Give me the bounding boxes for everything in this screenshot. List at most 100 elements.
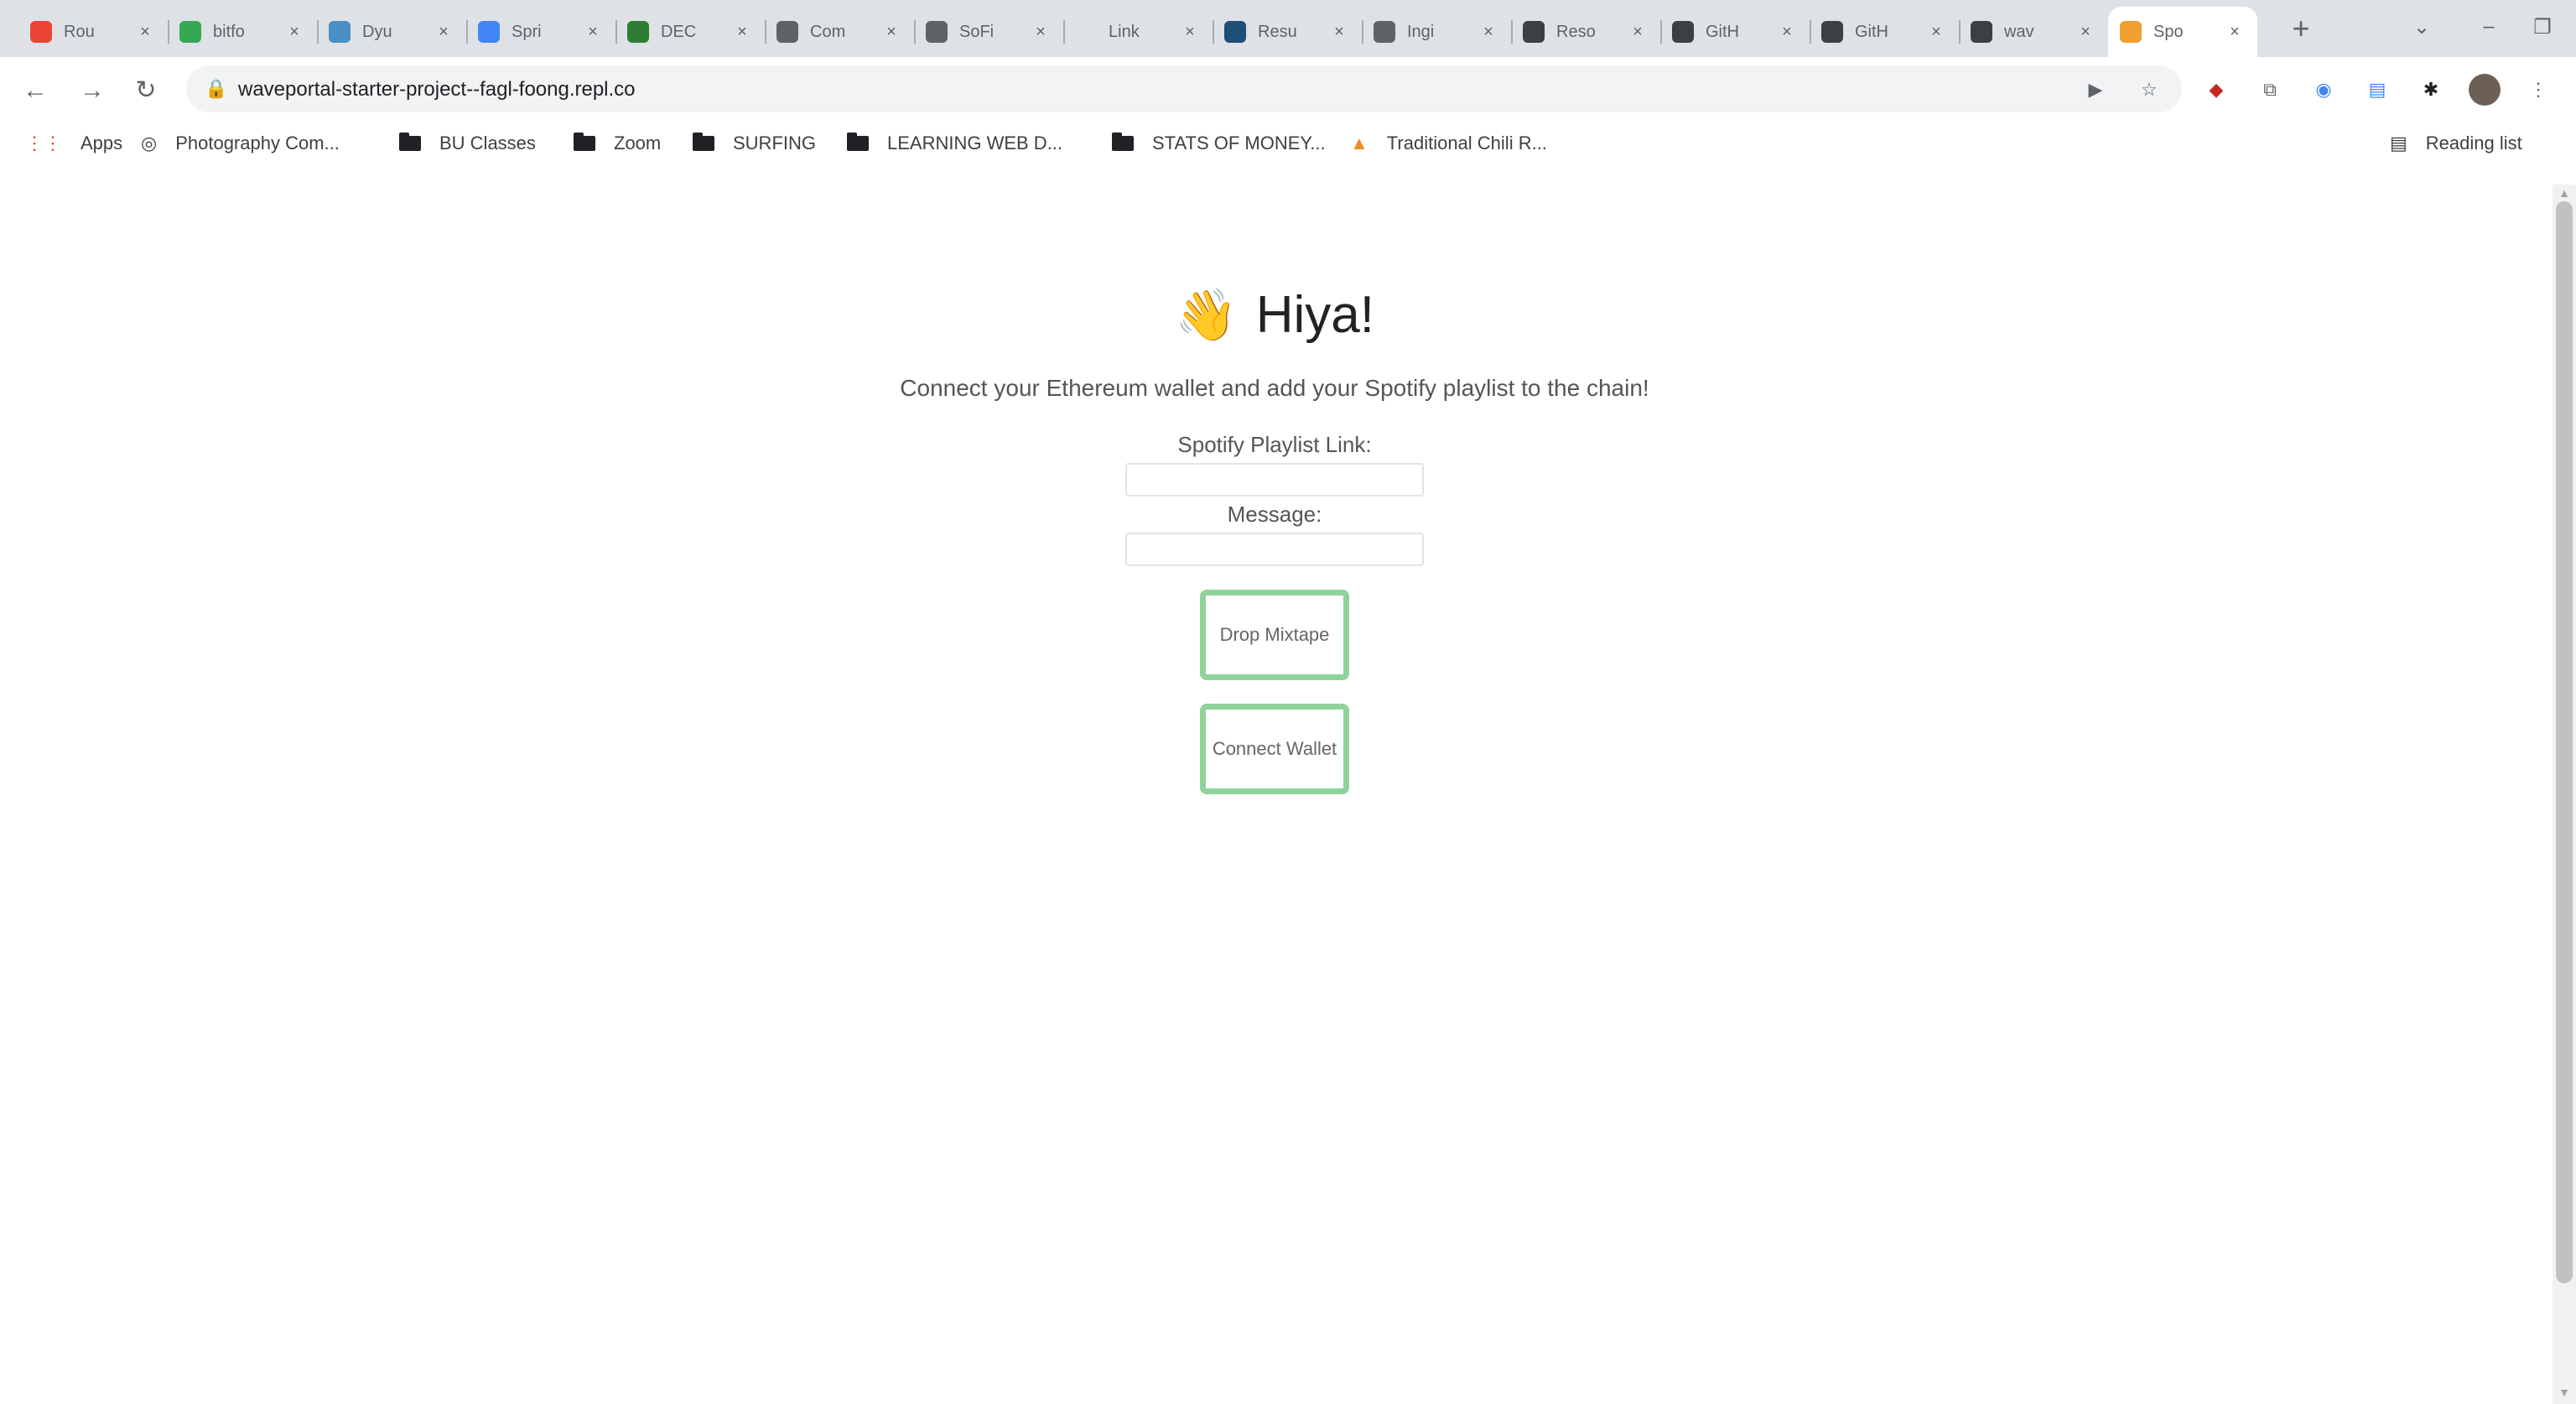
folder-icon bbox=[399, 133, 421, 151]
scroll-down-arrow-icon[interactable]: ▼ bbox=[2556, 1386, 2573, 1399]
browser-tab[interactable]: Dyu × bbox=[317, 7, 466, 57]
tab-favicon-icon bbox=[1971, 21, 1992, 43]
minimize-window-button[interactable]: – bbox=[2472, 15, 2506, 39]
browser-toolbar: ← → ↻ 🔒 waveportal-starter-project--fagl… bbox=[0, 57, 2576, 123]
browser-tab[interactable]: GitH × bbox=[1660, 7, 1810, 57]
tab-close-icon[interactable]: × bbox=[134, 23, 156, 42]
reload-icon[interactable]: ↻ bbox=[129, 74, 163, 107]
globe-extension-icon[interactable]: ◉ bbox=[2308, 74, 2340, 106]
browser-tab[interactable]: Resu × bbox=[1213, 7, 1362, 57]
tab-title: GitH bbox=[1855, 22, 1888, 41]
folder-icon bbox=[574, 133, 595, 151]
bookmark-item[interactable]: Zoom bbox=[574, 133, 661, 154]
puzzle-extensions-icon[interactable]: ✱ bbox=[2415, 74, 2447, 106]
browser-tab[interactable]: Rou × bbox=[18, 7, 168, 57]
tab-close-icon[interactable]: × bbox=[582, 23, 604, 42]
tab-close-icon[interactable]: × bbox=[2075, 23, 2096, 42]
reading-list-button[interactable]: ▤ Reading list bbox=[2390, 133, 2522, 154]
browser-tab[interactable]: Spri × bbox=[466, 7, 615, 57]
tab-search-icon[interactable]: ⌄ bbox=[2405, 15, 2438, 39]
tab-favicon-icon bbox=[1224, 21, 1246, 43]
tab-title: Spri bbox=[512, 22, 542, 41]
shield-extension-icon[interactable]: ◆ bbox=[2200, 74, 2232, 106]
profile-avatar[interactable] bbox=[2469, 74, 2501, 106]
back-arrow-icon[interactable]: ← bbox=[18, 74, 52, 107]
tab-close-icon[interactable]: × bbox=[1179, 23, 1201, 42]
browser-tab[interactable]: wav × bbox=[1959, 7, 2108, 57]
tab-title: Rou bbox=[64, 22, 95, 41]
tab-close-icon[interactable]: × bbox=[1478, 23, 1499, 42]
tab-title: Link bbox=[1109, 22, 1140, 41]
reading-list-label: Reading list bbox=[2425, 133, 2522, 153]
bookmark-label: Photography Com... bbox=[175, 133, 340, 153]
browser-tab[interactable]: Spo × bbox=[2108, 7, 2257, 57]
page-title: 👋 Hiya! bbox=[1175, 285, 1374, 345]
tab-close-icon[interactable]: × bbox=[1925, 23, 1947, 42]
playlist-link-input[interactable] bbox=[1125, 463, 1424, 497]
connect-wallet-button[interactable]: Connect Wallet bbox=[1200, 704, 1349, 794]
reading-list-icon: ▤ bbox=[2390, 133, 2407, 153]
browser-tab[interactable]: Link × bbox=[1063, 7, 1213, 57]
forward-arrow-icon[interactable]: → bbox=[75, 74, 109, 107]
bookmark-item[interactable]: BU Classes bbox=[399, 133, 536, 154]
bookmark-label: BU Classes bbox=[439, 133, 536, 153]
tab-favicon-icon bbox=[30, 21, 52, 43]
folder-icon bbox=[693, 133, 714, 151]
tab-close-icon[interactable]: × bbox=[1030, 23, 1052, 42]
bookmark-label: STATS OF MONEY... bbox=[1152, 133, 1326, 153]
message-input[interactable] bbox=[1125, 533, 1424, 566]
tab-favicon-icon bbox=[1075, 21, 1097, 43]
tab-favicon-icon bbox=[1821, 21, 1843, 43]
tab-title: Spo bbox=[2153, 22, 2184, 41]
tab-close-icon[interactable]: × bbox=[1328, 23, 1350, 42]
tab-close-icon[interactable]: × bbox=[2224, 23, 2246, 42]
browser-tab[interactable]: Reso × bbox=[1511, 7, 1660, 57]
tab-close-icon[interactable]: × bbox=[1776, 23, 1798, 42]
page-content: 👋 Hiya! Connect your Ethereum wallet and… bbox=[0, 252, 2549, 794]
page-title-text: Hiya! bbox=[1255, 286, 1374, 344]
tab-close-icon[interactable]: × bbox=[283, 23, 305, 42]
restore-window-button[interactable]: ❐ bbox=[2526, 15, 2559, 39]
tab-close-icon[interactable]: × bbox=[1627, 23, 1649, 42]
tab-close-icon[interactable]: × bbox=[880, 23, 902, 42]
address-bar[interactable]: 🔒 waveportal-starter-project--fagl-foong… bbox=[186, 65, 2182, 112]
bookmark-star-icon[interactable]: ☆ bbox=[2137, 77, 2162, 102]
bookmark-item[interactable]: STATS OF MONEY... bbox=[1112, 133, 1326, 154]
bookmark-item[interactable]: LEARNING WEB D... bbox=[847, 133, 1062, 154]
browser-tab[interactable]: Ingi × bbox=[1362, 7, 1511, 57]
kebab-menu-icon[interactable]: ⋮ bbox=[2522, 74, 2554, 106]
browser-tab[interactable]: SoFi × bbox=[914, 7, 1063, 57]
tab-favicon-icon bbox=[926, 21, 948, 43]
tab-title: bitfo bbox=[213, 22, 245, 41]
camera-icon: ◎ bbox=[141, 133, 158, 153]
bookmark-label: Apps bbox=[80, 133, 123, 153]
scroll-up-arrow-icon[interactable]: ▲ bbox=[2556, 186, 2573, 200]
scrollbar-thumb[interactable] bbox=[2556, 201, 2573, 1283]
drop-mixtape-button[interactable]: Drop Mixtape bbox=[1200, 590, 1349, 680]
bookmark-label: Zoom bbox=[614, 133, 662, 153]
document-extension-icon[interactable]: ▤ bbox=[2361, 74, 2393, 106]
folder-icon bbox=[847, 133, 869, 151]
bookmark-label: SURFING bbox=[733, 133, 816, 153]
browser-tab[interactable]: bitfo × bbox=[168, 7, 317, 57]
tab-favicon-icon bbox=[1374, 21, 1395, 43]
send-tab-icon[interactable]: ▶ bbox=[2083, 77, 2108, 102]
bookmark-item[interactable]: SURFING bbox=[693, 133, 816, 154]
bookmark-item[interactable]: ⋮⋮ Apps bbox=[25, 133, 122, 154]
tab-title: Com bbox=[810, 22, 846, 41]
browser-tab[interactable]: GitH × bbox=[1810, 7, 1959, 57]
bookmark-item[interactable]: ◎ Photography Com... bbox=[141, 133, 340, 154]
bookmarks-bar: ▤ Reading list ⋮⋮ Apps ◎ Photography Com...… bbox=[0, 122, 2576, 164]
tab-title: Ingi bbox=[1407, 22, 1435, 41]
message-label: Message: bbox=[1227, 502, 1322, 527]
tab-close-icon[interactable]: × bbox=[731, 23, 753, 42]
page-subtitle: Connect your Ethereum wallet and add you… bbox=[900, 375, 1649, 401]
bookmark-item[interactable]: ▲ Traditional Chili R... bbox=[1350, 133, 1547, 154]
tab-close-icon[interactable]: × bbox=[433, 23, 454, 42]
browser-tab[interactable]: Com × bbox=[765, 7, 914, 57]
translate-extension-icon[interactable]: ⧉ bbox=[2254, 74, 2286, 106]
url-text[interactable]: waveportal-starter-project--fagl-foong.r… bbox=[238, 78, 636, 101]
browser-tab[interactable]: DEC × bbox=[615, 7, 765, 57]
new-tab-button[interactable]: + bbox=[2283, 13, 2319, 44]
bookmark-label: Traditional Chili R... bbox=[1386, 133, 1547, 153]
